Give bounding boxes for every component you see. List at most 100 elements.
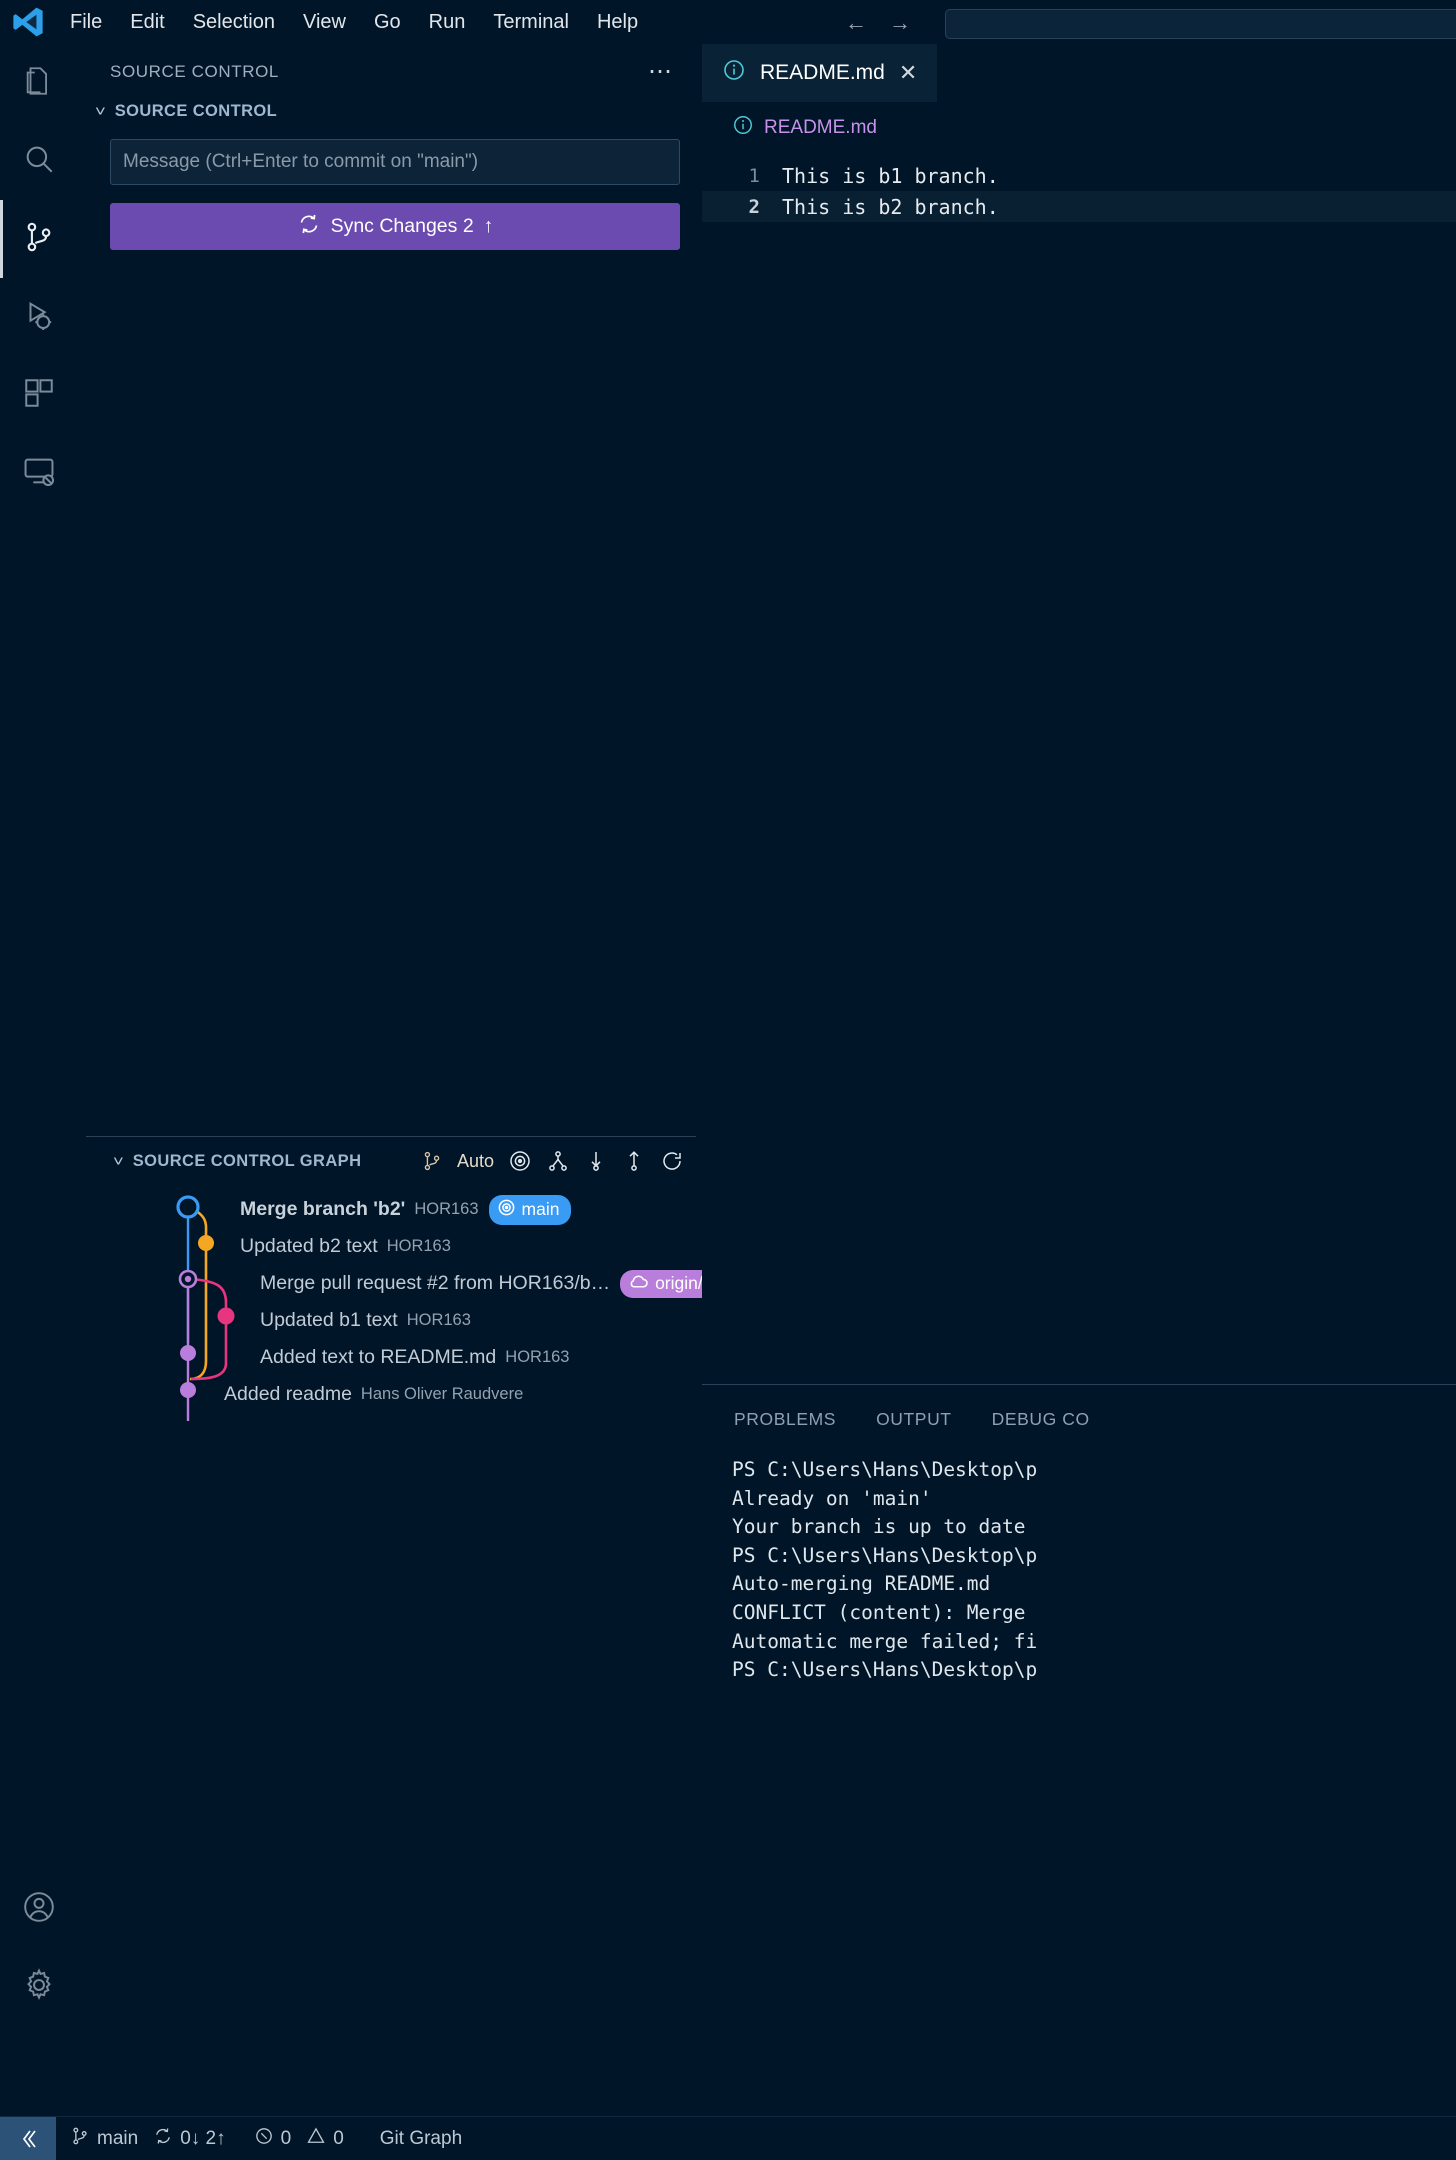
- commit-message-input[interactable]: Message (Ctrl+Enter to commit on "main"): [110, 139, 680, 185]
- sidebar-item-manage[interactable]: [0, 1948, 78, 2026]
- sidebar-source-control: SOURCE CONTROL ⋯ ˅ SOURCE CONTROL Messag…: [78, 44, 753, 2116]
- remote-window-icon[interactable]: [0, 2116, 56, 2160]
- git-branch-icon[interactable]: [421, 1150, 443, 1172]
- sync-arrow-up-icon: ↑: [483, 215, 494, 237]
- extensions-icon: [22, 376, 56, 415]
- commit-row[interactable]: Merge pull request #2 from HOR163/b… ori…: [78, 1265, 753, 1302]
- git-push-icon[interactable]: [622, 1149, 646, 1173]
- search-icon: [22, 142, 56, 181]
- chevron-down-icon: ˅: [112, 1152, 124, 1170]
- status-git-graph-label: Git Graph: [379, 2127, 463, 2149]
- tab-readme[interactable]: README.md ✕: [702, 44, 938, 102]
- source-control-section-label: SOURCE CONTROL: [114, 102, 278, 120]
- git-pull-icon[interactable]: [546, 1149, 570, 1173]
- cloud-icon: [628, 1273, 649, 1295]
- menu-item-terminal[interactable]: Terminal: [479, 7, 583, 38]
- git-fetch-icon[interactable]: [584, 1149, 608, 1173]
- commit-message: Added readme: [224, 1383, 352, 1405]
- line-text: This is b1 branch.: [782, 163, 999, 188]
- commit-message: Merge pull request #2 from HOR163/b…: [260, 1272, 611, 1294]
- menu-item-view[interactable]: View: [289, 7, 360, 38]
- status-git-graph[interactable]: Git Graph: [358, 2128, 476, 2150]
- refresh-icon[interactable]: [660, 1149, 684, 1173]
- close-icon[interactable]: ✕: [899, 60, 917, 86]
- ellipsis-icon[interactable]: ⋯: [648, 60, 674, 84]
- sidebar-item-accounts[interactable]: [0, 1870, 78, 1948]
- tab-output[interactable]: OUTPUT: [876, 1409, 952, 1430]
- tab-debug-console[interactable]: DEBUG CO: [992, 1409, 1090, 1430]
- tab-label: README.md: [760, 61, 885, 84]
- editor-tab-bar: README.md ✕: [702, 44, 1456, 102]
- graph-section-label: SOURCE CONTROL GRAPH: [132, 1151, 362, 1170]
- activity-bar: [0, 44, 78, 2116]
- source-control-section-header[interactable]: ˅ SOURCE CONTROL: [78, 96, 702, 129]
- commit-message: Updated b1 text: [260, 1309, 398, 1331]
- sidebar-item-source-control[interactable]: [0, 200, 78, 278]
- menu-item-help[interactable]: Help: [583, 7, 652, 38]
- sidebar-item-run-and-debug[interactable]: [0, 278, 78, 356]
- status-branch[interactable]: main 0↓ 2↑: [56, 2126, 240, 2152]
- menu-item-edit[interactable]: Edit: [116, 7, 178, 38]
- tab-problems[interactable]: PROBLEMS: [734, 1409, 836, 1430]
- terminal-output[interactable]: PS C:\Users\Hans\Desktop\p Already on 'm…: [702, 1440, 1456, 1687]
- sync-icon: [297, 212, 321, 242]
- chevron-down-icon: ˅: [94, 103, 106, 120]
- editor-area: README.md ✕ README.md 1 This is b1 branc…: [702, 44, 1456, 1384]
- commit-message: Merge branch 'b2': [240, 1198, 406, 1220]
- menu-item-file[interactable]: File: [56, 7, 116, 38]
- bottom-panel: PROBLEMS OUTPUT DEBUG CO PS C:\Users\Han…: [702, 1384, 1456, 2116]
- menu-item-go[interactable]: Go: [360, 7, 415, 38]
- breadcrumb[interactable]: README.md: [702, 102, 1456, 154]
- code-line: 1 This is b1 branch.: [702, 160, 1456, 191]
- terminal-line: CONFLICT (content): Merge: [732, 1600, 1026, 1624]
- status-warning-count: 0: [333, 2127, 344, 2149]
- menu-item-selection[interactable]: Selection: [179, 7, 289, 38]
- sidebar-item-search[interactable]: [0, 122, 78, 200]
- status-bar: main 0↓ 2↑ 0 0 Git Graph: [0, 2116, 1456, 2160]
- arrow-left-icon[interactable]: ←: [845, 10, 867, 36]
- commit-author: HOR163: [505, 1348, 570, 1366]
- info-icon: [732, 114, 754, 142]
- sidebar-item-remote-explorer[interactable]: [0, 434, 78, 512]
- terminal-line: PS C:\Users\Hans\Desktop\p: [732, 1543, 1038, 1567]
- search-input[interactable]: [945, 9, 1456, 39]
- status-problems[interactable]: 0 0: [240, 2126, 358, 2152]
- sidebar-item-explorer[interactable]: [0, 44, 78, 122]
- navigation-arrows: ← →: [845, 10, 911, 36]
- run-debug-icon: [22, 298, 56, 337]
- terminal-line: Your branch is up to date: [732, 1515, 1026, 1539]
- target-icon: [497, 1198, 516, 1222]
- arrow-right-icon[interactable]: →: [889, 10, 911, 36]
- graph-auto-label[interactable]: Auto: [457, 1151, 494, 1172]
- commit-row[interactable]: Updated b1 text HOR163: [78, 1302, 702, 1339]
- badge-label: main: [521, 1199, 560, 1219]
- error-icon: [254, 2126, 274, 2152]
- terminal-line: Already on 'main': [732, 1486, 932, 1510]
- code-line: 2 This is b2 branch.: [702, 191, 1456, 222]
- sidebar-item-extensions[interactable]: [0, 356, 78, 434]
- vscode-logo-icon: [0, 4, 56, 40]
- info-icon: [722, 58, 746, 88]
- commit-row[interactable]: Added text to README.md HOR163: [78, 1339, 702, 1376]
- activity-bar-bottom: [0, 1870, 78, 2026]
- commit-list: Merge branch 'b2' HOR163 main Updated b2…: [78, 1183, 753, 1421]
- commit-row[interactable]: Added readme Hans Oliver Raudvere: [78, 1376, 702, 1413]
- graph-toolbar: Auto: [421, 1149, 702, 1173]
- status-badge[interactable]: main: [488, 1194, 572, 1225]
- sidebar-header: SOURCE CONTROL ⋯: [78, 44, 702, 96]
- terminal-line: Automatic merge failed; fi: [732, 1629, 1038, 1653]
- sync-changes-button[interactable]: Sync Changes 2 ↑: [110, 203, 680, 250]
- menu-item-run[interactable]: Run: [415, 7, 480, 38]
- sync-icon: [153, 2126, 173, 2152]
- target-icon[interactable]: [508, 1149, 532, 1173]
- commit-row[interactable]: Merge branch 'b2' HOR163 main: [78, 1191, 702, 1228]
- line-number: 1: [748, 164, 760, 187]
- terminal-line: PS C:\Users\Hans\Desktop\p: [732, 1458, 1038, 1481]
- code-editor[interactable]: 1 This is b1 branch. 2 This is b2 branch…: [702, 154, 1456, 222]
- commit-row[interactable]: Updated b2 text HOR163: [78, 1228, 702, 1265]
- commit-message: Updated b2 text: [240, 1235, 378, 1257]
- line-text: This is b2 branch.: [782, 194, 999, 219]
- terminal-line: PS C:\Users\Hans\Desktop\p: [732, 1658, 1038, 1682]
- commit-author: Hans Oliver Raudvere: [360, 1385, 524, 1403]
- graph-header[interactable]: ˅ SOURCE CONTROL GRAPH Auto: [78, 1137, 702, 1183]
